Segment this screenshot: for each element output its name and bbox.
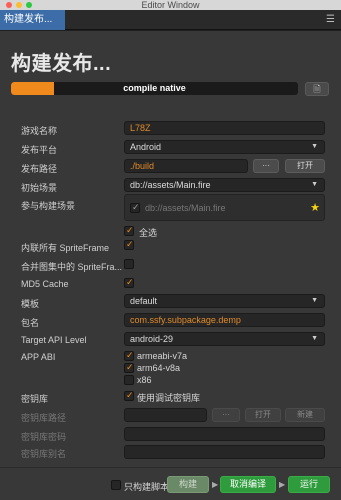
template-label: 模板 <box>21 299 40 309</box>
build-button[interactable]: 构建 <box>167 476 209 493</box>
abi-armeabi-v7a-label: armeabi-v7a <box>137 351 188 361</box>
select-all-label: 全选 <box>139 228 158 238</box>
debug-keystore-checkbox[interactable] <box>124 390 134 401</box>
keystore-password-input[interactable] <box>124 427 325 441</box>
keystore-alias-input[interactable] <box>124 445 325 459</box>
build-script-only-checkbox[interactable] <box>111 480 121 490</box>
platform-value: Android <box>130 142 162 152</box>
md5-cache-label: MD5 Cache <box>21 279 69 289</box>
open-keystore-button[interactable]: 打开 <box>245 408 281 422</box>
chevron-down-icon: ▼ <box>311 181 318 188</box>
start-scene-value: db://assets/Main.fire <box>130 180 211 190</box>
game-name-input[interactable]: L78Z <box>124 121 325 135</box>
inline-spriteframe-checkbox[interactable] <box>124 239 134 250</box>
target-api-select[interactable]: android-29 ▼ <box>124 332 325 346</box>
app-abi-label: APP ABI <box>21 352 56 362</box>
abi-armeabi-v7a-checkbox[interactable] <box>124 350 134 361</box>
scene-main-path: db://assets/Main.fire <box>145 203 226 213</box>
game-name-label: 游戏名称 <box>21 126 58 136</box>
platform-select[interactable]: Android ▼ <box>124 140 325 154</box>
build-path-input[interactable]: ./build <box>124 159 248 173</box>
abi-arm64-v8a-label: arm64-v8a <box>137 363 181 373</box>
keystore-path-label: 密钥库路径 <box>21 413 67 423</box>
open-log-button[interactable]: 🗎 <box>305 82 329 96</box>
panel-menu-icon[interactable]: ☰ <box>326 14 335 25</box>
build-panel: 构建发布... compile native 🗎 游戏名称 L78Z 发布平台 … <box>0 31 341 500</box>
abi-arm64-v8a-checkbox[interactable] <box>124 362 134 373</box>
abi-x86-checkbox[interactable] <box>124 375 134 385</box>
build-script-only-label: 只构建脚本 <box>124 482 170 492</box>
browse-build-path-button[interactable]: ··· <box>253 159 279 173</box>
new-keystore-button[interactable]: 新建 <box>285 408 325 422</box>
inline-spriteframe-label: 内联所有 SpriteFrame <box>21 243 110 253</box>
keystore-password-label: 密钥库密码 <box>21 432 67 442</box>
window-titlebar: Editor Window <box>0 0 341 10</box>
merge-spriteframe-checkbox[interactable] <box>124 259 134 269</box>
window-title: Editor Window <box>141 0 200 10</box>
build-progress-bar: compile native <box>11 82 298 95</box>
select-all-checkbox[interactable] <box>124 225 134 236</box>
build-path-label: 发布路径 <box>21 164 58 174</box>
template-select[interactable]: default ▼ <box>124 294 325 308</box>
chevron-down-icon: ▼ <box>311 335 318 342</box>
arrow-right-icon: ▶ <box>212 480 219 489</box>
start-scene-select[interactable]: db://assets/Main.fire ▼ <box>124 178 325 192</box>
platform-label: 发布平台 <box>21 145 58 155</box>
debug-keystore-label: 使用调试密钥库 <box>137 393 201 403</box>
keystore-alias-label: 密钥库别名 <box>21 449 67 459</box>
package-name-label: 包名 <box>21 318 40 328</box>
keystore-label: 密钥库 <box>21 394 49 404</box>
md5-cache-checkbox[interactable] <box>124 277 134 288</box>
merge-spriteframe-label: 合并图集中的 SpriteFra... <box>21 262 123 272</box>
template-value: default <box>130 296 158 306</box>
arrow-right-icon: ▶ <box>279 480 286 489</box>
document-icon: 🗎 <box>313 84 321 94</box>
start-scene-star-icon: ★ <box>310 202 320 214</box>
included-scenes-list: db://assets/Main.fire ★ <box>124 194 325 221</box>
action-footer: 只构建脚本 构建 ▶ 取消编译 ▶ 运行 <box>0 467 341 500</box>
package-name-input[interactable]: com.ssfy.subpackage.demp <box>124 313 325 327</box>
abi-x86-label: x86 <box>137 375 152 385</box>
target-api-value: android-29 <box>130 334 174 344</box>
scene-main-checkbox[interactable] <box>130 202 140 213</box>
included-scenes-label: 参与构建场景 <box>21 201 76 211</box>
tab-build-publish[interactable]: 构建发布... <box>0 10 65 30</box>
start-scene-label: 初始场景 <box>21 183 58 193</box>
cancel-compile-button[interactable]: 取消编译 <box>220 476 276 493</box>
browse-keystore-button[interactable]: ··· <box>212 408 240 422</box>
target-api-label: Target API Level <box>21 335 87 345</box>
keystore-path-input[interactable] <box>124 408 207 422</box>
run-button[interactable]: 运行 <box>288 476 330 493</box>
chevron-down-icon: ▼ <box>311 143 318 150</box>
tab-bar: 构建发布... ☰ <box>0 10 341 30</box>
progress-label: compile native <box>123 83 186 93</box>
page-title: 构建发布... <box>11 53 112 75</box>
chevron-down-icon: ▼ <box>311 297 318 304</box>
open-build-path-button[interactable]: 打开 <box>285 159 325 173</box>
